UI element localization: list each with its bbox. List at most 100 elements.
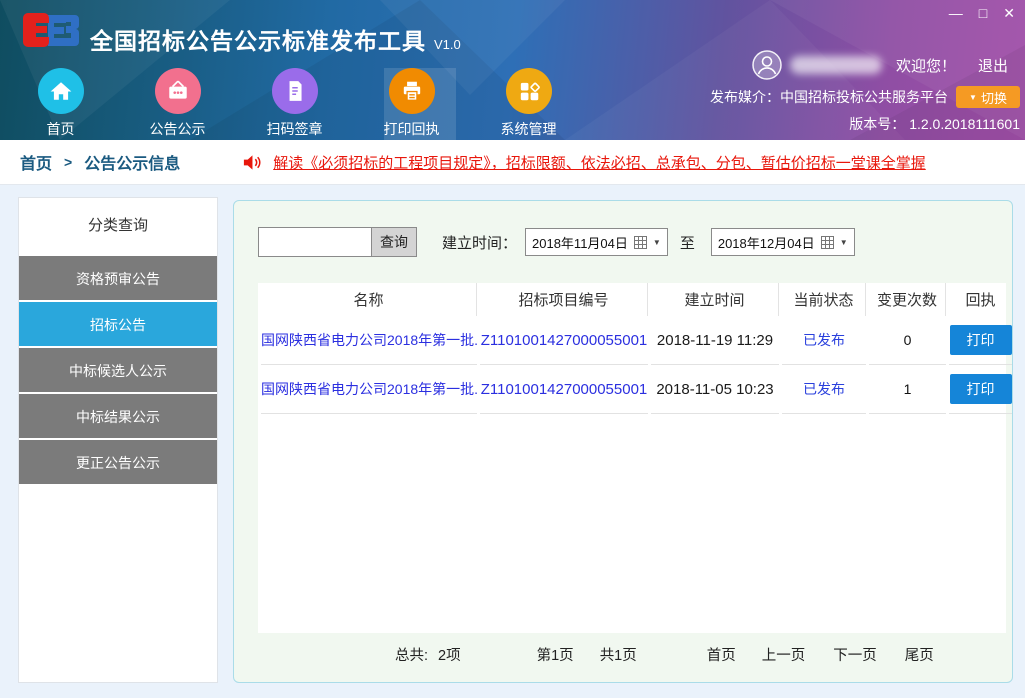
speaker-icon bbox=[242, 153, 261, 172]
sidebar-item-prequalification[interactable]: 资格预审公告 bbox=[19, 254, 217, 300]
col-created-time: 建立时间 bbox=[651, 283, 779, 316]
change-count: 1 bbox=[869, 365, 946, 414]
nav-label: 系统管理 bbox=[501, 119, 557, 139]
breadcrumb: 首页 > 公告公示信息 bbox=[20, 150, 180, 174]
chevron-down-icon: ▼ bbox=[653, 238, 661, 247]
print-button[interactable]: 打印 bbox=[950, 374, 1012, 404]
notice-link[interactable]: 解读《必须招标的工程项目规定》，招标限额、依法必招、总承包、分包、暂估价招标一堂… bbox=[273, 152, 926, 173]
breadcrumb-home[interactable]: 首页 bbox=[20, 150, 52, 174]
date-to-value: 2018年12月04日 bbox=[718, 233, 815, 252]
version-row: 版本号： 1.2.0.2018111601 bbox=[849, 114, 1020, 134]
app-header: 全国招标公告公示标准发布工具 V1.0 — □ ✕ 欢迎您！ 退出 发布媒介： … bbox=[0, 0, 1025, 140]
breadcrumb-bar: 首页 > 公告公示信息 解读《必须招标的工程项目规定》，招标限额、依法必招、总承… bbox=[0, 140, 1025, 185]
version-label: 版本号： bbox=[849, 116, 905, 132]
total-label: 总共: bbox=[395, 644, 428, 665]
modules-icon bbox=[506, 68, 552, 114]
app-title: 全国招标公告公示标准发布工具 V1.0 bbox=[90, 22, 461, 56]
app-version-tag: V1.0 bbox=[434, 37, 461, 52]
nav-item-system-admin[interactable]: 系统管理 bbox=[470, 68, 587, 139]
welcome-text: 欢迎您！ bbox=[896, 55, 956, 76]
total-value: 2项 bbox=[438, 644, 461, 665]
col-change-count: 变更次数 bbox=[869, 283, 946, 316]
col-receipt: 回执 bbox=[949, 283, 1012, 316]
created-time: 2018-11-05 10:23 bbox=[651, 365, 779, 414]
version-value: 1.2.0.2018111601 bbox=[909, 116, 1020, 132]
window-controls: — □ ✕ bbox=[949, 5, 1015, 21]
user-row: 欢迎您！ 退出 bbox=[752, 50, 1008, 80]
announcement-name-link[interactable]: 国网陕西省电力公司2018年第一批... bbox=[261, 381, 477, 397]
switch-media-button[interactable]: ▼ 切换 bbox=[956, 86, 1020, 108]
category-sidebar: 分类查询 资格预审公告 招标公告 中标候选人公示 中标结果公示 更正公告公示 bbox=[18, 197, 218, 683]
nav-item-print-receipt[interactable]: 打印回执 bbox=[353, 68, 470, 139]
table-header-row: 名称 招标项目编号 建立时间 当前状态 变更次数 回执 bbox=[261, 283, 1012, 316]
breadcrumb-separator: > bbox=[64, 154, 72, 170]
table-row: 国网陕西省电力公司2018年第一批... Z110100142700005500… bbox=[261, 365, 1012, 414]
app-window: 全国招标公告公示标准发布工具 V1.0 — □ ✕ 欢迎您！ 退出 发布媒介： … bbox=[0, 0, 1025, 698]
app-title-text: 全国招标公告公示标准发布工具 bbox=[90, 22, 426, 56]
username-redacted bbox=[790, 56, 882, 74]
close-icon[interactable]: ✕ bbox=[1003, 5, 1015, 21]
announcement-table: 名称 招标项目编号 建立时间 当前状态 变更次数 回执 国网陕西省电力公司201… bbox=[258, 283, 1006, 633]
col-status: 当前状态 bbox=[782, 283, 866, 316]
chevron-down-icon: ▼ bbox=[969, 93, 977, 102]
nav-label: 扫码签章 bbox=[267, 119, 323, 139]
notice-marquee: 解读《必须招标的工程项目规定》，招标限额、依法必招、总承包、分包、暂估价招标一堂… bbox=[242, 152, 926, 173]
nav-item-home[interactable]: 首页 bbox=[2, 68, 119, 139]
date-to-picker[interactable]: 2018年12月04日 ▼ bbox=[711, 228, 855, 256]
current-page: 第1页 bbox=[537, 644, 574, 665]
status-badge: 已发布 bbox=[782, 365, 866, 414]
sidebar-item-winning-candidates[interactable]: 中标候选人公示 bbox=[19, 346, 217, 392]
nav-label: 首页 bbox=[47, 119, 75, 139]
date-range-label: 建立时间： bbox=[442, 232, 517, 253]
chevron-down-icon: ▼ bbox=[840, 238, 848, 247]
first-page-button[interactable]: 首页 bbox=[707, 644, 736, 665]
last-page-button[interactable]: 尾页 bbox=[905, 644, 934, 665]
nav-item-announcements[interactable]: 公告公示 bbox=[119, 68, 236, 139]
total-pages: 共1页 bbox=[600, 644, 637, 665]
minimize-icon[interactable]: — bbox=[949, 5, 963, 21]
main-nav: 首页 公告公示 bbox=[2, 68, 587, 139]
change-count: 0 bbox=[869, 316, 946, 365]
sidebar-header: 分类查询 bbox=[19, 198, 217, 254]
sidebar-item-correction-announcement[interactable]: 更正公告公示 bbox=[19, 438, 217, 484]
home-icon bbox=[38, 68, 84, 114]
status-badge: 已发布 bbox=[782, 316, 866, 365]
nav-label: 打印回执 bbox=[384, 119, 440, 139]
date-from-picker[interactable]: 2018年11月04日 ▼ bbox=[525, 228, 668, 256]
printer-icon bbox=[389, 68, 435, 114]
announcement-name-link[interactable]: 国网陕西省电力公司2018年第一批... bbox=[261, 332, 477, 348]
publish-media-value: 中国招标投标公共服务平台 bbox=[780, 87, 948, 107]
nav-item-scan-sign[interactable]: 扫码签章 bbox=[236, 68, 353, 139]
keyword-input[interactable] bbox=[258, 227, 372, 257]
sidebar-item-tender-announcement[interactable]: 招标公告 bbox=[19, 300, 217, 346]
logout-button[interactable]: 退出 bbox=[978, 55, 1008, 76]
calendar-icon bbox=[821, 236, 834, 249]
document-icon bbox=[272, 68, 318, 114]
announcement-icon bbox=[155, 68, 201, 114]
next-page-button[interactable]: 下一页 bbox=[833, 644, 877, 665]
publish-media-label: 发布媒介： bbox=[710, 87, 780, 107]
table-row: 国网陕西省电力公司2018年第一批... Z110100142700005500… bbox=[261, 316, 1012, 365]
avatar-icon bbox=[752, 50, 782, 80]
app-logo-icon bbox=[20, 9, 82, 55]
col-name: 名称 bbox=[261, 283, 477, 316]
col-project-code: 招标项目编号 bbox=[480, 283, 648, 316]
date-to-label: 至 bbox=[680, 232, 695, 253]
project-code-link[interactable]: Z1101001427000055001 bbox=[481, 381, 648, 398]
prev-page-button[interactable]: 上一页 bbox=[762, 644, 806, 665]
calendar-icon bbox=[634, 236, 647, 249]
print-button[interactable]: 打印 bbox=[950, 325, 1012, 355]
created-time: 2018-11-19 11:29 bbox=[651, 316, 779, 365]
maximize-icon[interactable]: □ bbox=[979, 5, 987, 21]
content-panel: 查询 建立时间： 2018年11月04日 ▼ 至 2018年12月04日 ▼ bbox=[233, 200, 1013, 683]
nav-label: 公告公示 bbox=[150, 119, 206, 139]
publish-media-row: 发布媒介： 中国招标投标公共服务平台 ▼ 切换 bbox=[710, 86, 1020, 108]
search-toolbar: 查询 建立时间： 2018年11月04日 ▼ 至 2018年12月04日 ▼ bbox=[258, 227, 855, 257]
project-code-link[interactable]: Z1101001427000055001 bbox=[481, 332, 648, 349]
sidebar-item-winning-results[interactable]: 中标结果公示 bbox=[19, 392, 217, 438]
date-from-value: 2018年11月04日 bbox=[532, 233, 628, 252]
query-button[interactable]: 查询 bbox=[371, 227, 417, 257]
pagination: 总共: 2项 第1页 共1页 首页 上一页 下一页 尾页 bbox=[258, 644, 1006, 665]
breadcrumb-current: 公告公示信息 bbox=[84, 150, 180, 174]
switch-media-label: 切换 bbox=[981, 88, 1007, 107]
